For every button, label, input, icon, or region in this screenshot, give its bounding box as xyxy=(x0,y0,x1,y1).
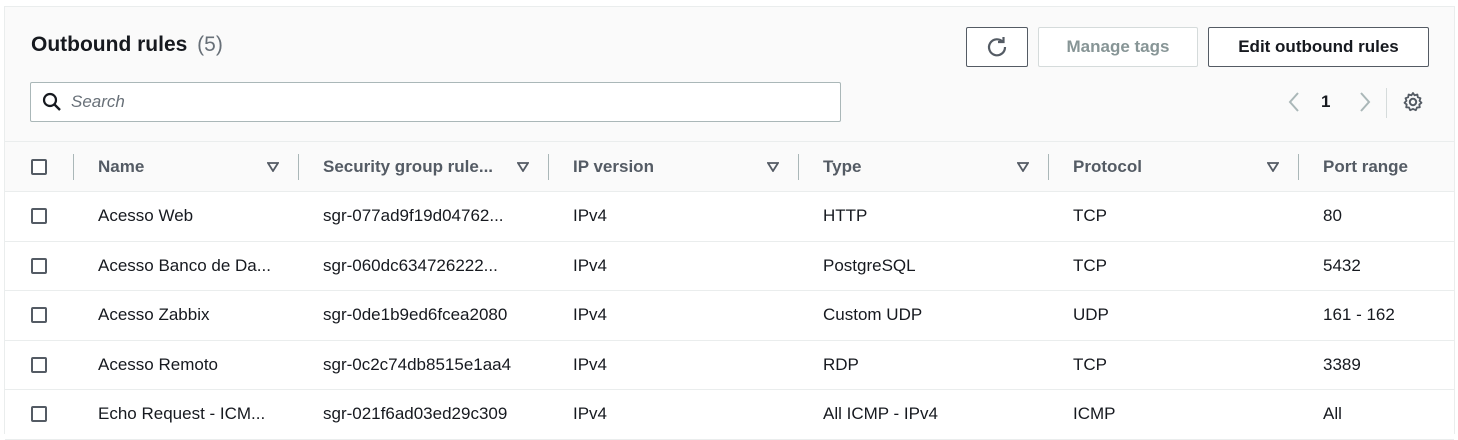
cell-sgr: sgr-0c2c74db8515e1aa4 xyxy=(323,354,512,374)
row-checkbox[interactable] xyxy=(31,307,47,324)
manage-tags-button[interactable]: Manage tags xyxy=(1038,27,1198,67)
column-header-ip-version[interactable]: IP version xyxy=(573,142,773,191)
cell-protocol: TCP xyxy=(1073,255,1107,275)
cell-port-range: 3389 xyxy=(1323,354,1361,374)
cell-ip-version: IPv4 xyxy=(573,305,608,325)
column-header-type[interactable]: Type xyxy=(823,142,1023,191)
cell-type: All ICMP - IPv4 xyxy=(823,404,938,424)
cell-ip-version: IPv4 xyxy=(573,206,608,226)
column-divider xyxy=(1298,154,1299,180)
cell-ip-version: IPv4 xyxy=(573,255,608,275)
row-checkbox[interactable] xyxy=(31,356,47,373)
chevron-right-icon xyxy=(1360,92,1371,112)
sort-icon[interactable] xyxy=(1017,161,1029,173)
cell-name: Acesso Web xyxy=(98,206,194,226)
cell-port-range: All xyxy=(1323,404,1342,424)
pager-divider xyxy=(1386,88,1387,118)
cell-sgr: sgr-077ad9f19d04762... xyxy=(323,206,504,226)
sort-icon[interactable] xyxy=(1267,161,1279,173)
cell-name: Acesso Banco de Da... xyxy=(98,255,271,275)
column-divider xyxy=(548,154,549,180)
preferences-button[interactable] xyxy=(1401,87,1425,117)
column-header-protocol[interactable]: Protocol xyxy=(1073,142,1273,191)
cell-protocol: TCP xyxy=(1073,354,1107,374)
column-header-port-range[interactable]: Port range xyxy=(1323,142,1453,191)
cell-port-range: 161 - 162 xyxy=(1323,305,1395,325)
cell-sgr: sgr-021f6ad03ed29c309 xyxy=(323,404,508,424)
table-row[interactable]: Acesso Web sgr-077ad9f19d04762... IPv4 H… xyxy=(5,192,1454,242)
column-header-sgr[interactable]: Security group rule... xyxy=(323,142,528,191)
column-divider xyxy=(1048,154,1049,180)
row-checkbox[interactable] xyxy=(31,257,47,274)
sort-icon[interactable] xyxy=(517,161,529,173)
cell-ip-version: IPv4 xyxy=(573,404,608,424)
search-icon xyxy=(41,91,63,113)
cell-type: Custom UDP xyxy=(823,305,923,325)
cell-name: Echo Request - ICM... xyxy=(98,404,266,424)
row-checkbox[interactable] xyxy=(31,406,47,423)
previous-page-button[interactable] xyxy=(1283,87,1305,117)
select-all-checkbox[interactable] xyxy=(31,158,47,175)
column-header-name[interactable]: Name xyxy=(98,142,278,191)
cell-protocol: ICMP xyxy=(1073,404,1116,424)
table-row[interactable]: Acesso Remoto sgr-0c2c74db8515e1aa4 IPv4… xyxy=(5,341,1454,390)
sort-icon[interactable] xyxy=(267,161,279,173)
cell-port-range: 5432 xyxy=(1323,255,1361,275)
refresh-icon xyxy=(987,37,1007,57)
cell-protocol: TCP xyxy=(1073,206,1107,226)
column-divider xyxy=(73,154,74,180)
panel-title: Outbound rules (5) xyxy=(31,33,223,57)
cell-name: Acesso Remoto xyxy=(98,354,218,374)
sort-icon[interactable] xyxy=(767,161,779,173)
cell-name: Acesso Zabbix xyxy=(98,305,210,325)
title-text: Outbound rules xyxy=(31,33,188,56)
table-header-row: Name Security group rule... IP version T… xyxy=(5,142,1454,192)
table-row[interactable]: Echo Request - ICM... sgr-021f6ad03ed29c… xyxy=(5,390,1454,440)
cell-ip-version: IPv4 xyxy=(573,354,608,374)
rule-count: (5) xyxy=(197,33,223,56)
row-checkbox[interactable] xyxy=(31,208,47,225)
gear-icon xyxy=(1403,92,1423,112)
cell-type: HTTP xyxy=(823,206,868,226)
edit-outbound-rules-button[interactable]: Edit outbound rules xyxy=(1208,27,1429,67)
search-input[interactable] xyxy=(71,92,771,112)
table-row[interactable]: Acesso Banco de Da... sgr-060dc634726222… xyxy=(5,242,1454,291)
cell-type: PostgreSQL xyxy=(823,255,916,275)
column-divider xyxy=(298,154,299,180)
cell-sgr: sgr-0de1b9ed6fcea2080 xyxy=(323,305,508,325)
outbound-rules-panel: Outbound rules (5) Manage tags Edit outb… xyxy=(4,6,1455,440)
cell-protocol: UDP xyxy=(1073,305,1109,325)
cell-type: RDP xyxy=(823,354,859,374)
rules-table: Name Security group rule... IP version T… xyxy=(5,142,1454,440)
table-row[interactable]: Acesso Zabbix sgr-0de1b9ed6fcea2080 IPv4… xyxy=(5,291,1454,341)
next-page-button[interactable] xyxy=(1354,87,1376,117)
cell-port-range: 80 xyxy=(1323,206,1342,226)
panel-header: Outbound rules (5) Manage tags Edit outb… xyxy=(5,7,1454,142)
page-number[interactable]: 1 xyxy=(1321,87,1330,117)
column-divider xyxy=(798,154,799,180)
search-box xyxy=(30,82,841,122)
chevron-left-icon xyxy=(1288,92,1299,112)
cell-sgr: sgr-060dc634726222... xyxy=(323,255,498,275)
refresh-button[interactable] xyxy=(966,27,1028,67)
